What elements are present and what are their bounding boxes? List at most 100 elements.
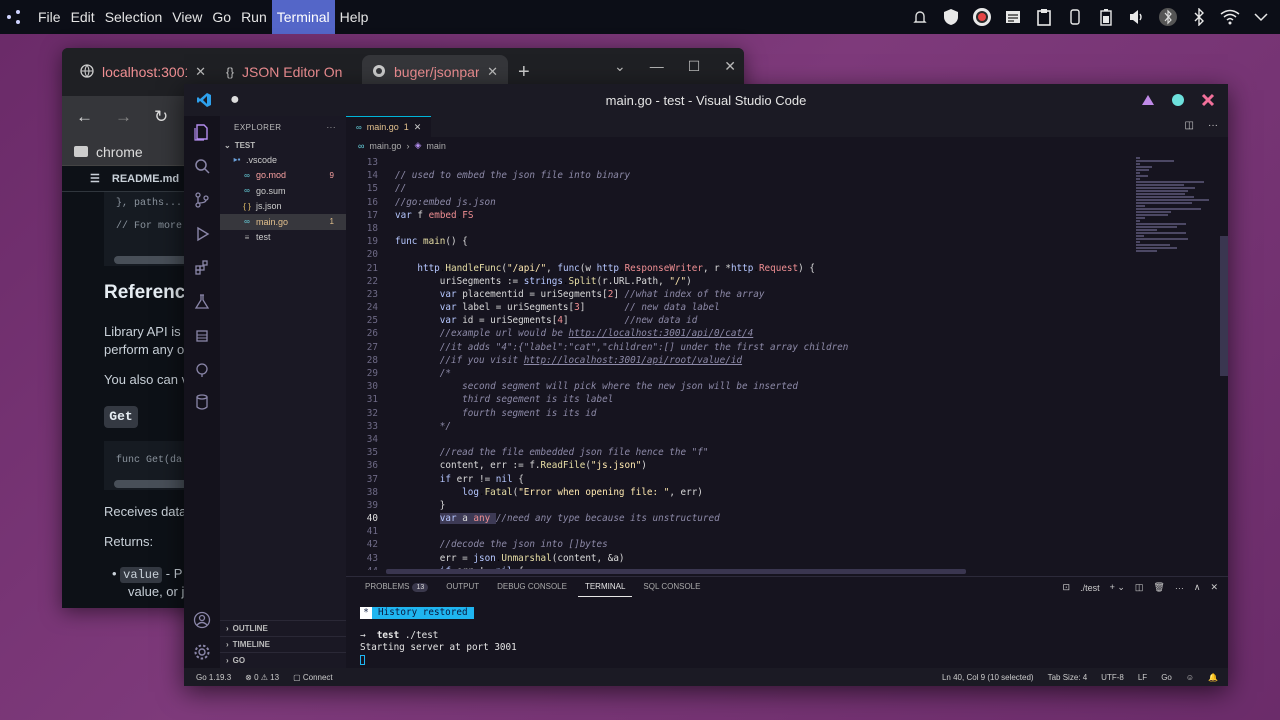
chevron-up-icon[interactable]: ∧: [1194, 582, 1201, 593]
activities-icon[interactable]: [0, 0, 28, 34]
problems-status[interactable]: ⊗ 0 ⚠ 13: [245, 673, 279, 682]
explorer-icon[interactable]: [192, 122, 212, 142]
search-icon[interactable]: [192, 156, 212, 176]
panel-tab-debug-console[interactable]: DEBUG CONSOLE: [490, 577, 574, 597]
panel-tab-output[interactable]: OUTPUT: [439, 577, 486, 597]
testing-flask-icon[interactable]: [192, 292, 212, 312]
alert-icon[interactable]: [909, 6, 931, 28]
tab-size[interactable]: Tab Size: 4: [1048, 673, 1088, 682]
close-icon[interactable]: ✕: [487, 64, 498, 80]
code-line[interactable]: 31 third segement is its label: [346, 393, 1126, 406]
notes-icon[interactable]: [1002, 6, 1024, 28]
code-line[interactable]: 43 err = json.Unmarshal(content, &a): [346, 552, 1126, 565]
code-line[interactable]: 17 var f embed.FS: [346, 209, 1126, 222]
terminal[interactable]: * History restored → test ./test Starting…: [360, 607, 517, 667]
file-item[interactable]: ∞ go.mod 9: [220, 168, 346, 184]
code-line[interactable]: 34: [346, 433, 1126, 446]
encoding[interactable]: UTF-8: [1101, 673, 1124, 682]
language-mode[interactable]: Go: [1161, 673, 1172, 682]
more-actions-icon[interactable]: ···: [327, 123, 337, 132]
close-icon[interactable]: [1200, 92, 1216, 108]
code-line[interactable]: 18: [346, 222, 1126, 235]
code-line[interactable]: 27 //it adds "4":{"label":"cat","childre…: [346, 341, 1126, 354]
code-line[interactable]: 38 log.Fatal("Error when opening file: "…: [346, 486, 1126, 499]
menu-file[interactable]: File: [33, 0, 66, 34]
extensions-icon[interactable]: [192, 258, 212, 278]
menu-terminal[interactable]: Terminal: [271, 0, 335, 34]
list-icon[interactable]: ☰: [90, 172, 100, 185]
more-actions-icon[interactable]: ···: [1208, 120, 1218, 131]
reload-icon[interactable]: ↻: [154, 107, 168, 127]
battery-icon[interactable]: [1095, 6, 1117, 28]
code-line[interactable]: 42 //decode the json into []bytes: [346, 538, 1126, 551]
code-line[interactable]: 41: [346, 525, 1126, 538]
go-section[interactable]: › GO: [220, 652, 346, 667]
source-control-icon[interactable]: [192, 190, 212, 210]
split-editor-icon[interactable]: ◫: [1185, 120, 1194, 131]
editor-scrollbar[interactable]: [1220, 236, 1228, 376]
connect-status[interactable]: ▢ Connect: [293, 673, 333, 682]
close-icon[interactable]: ✕: [195, 64, 206, 80]
code-line[interactable]: 13: [346, 156, 1126, 169]
go-version[interactable]: Go 1.19.3: [196, 673, 231, 682]
clipboard-icon[interactable]: [1033, 6, 1055, 28]
breadcrumb-file[interactable]: main.go: [369, 141, 401, 151]
tab-main-go[interactable]: ∞ main.go 1 ✕: [346, 116, 432, 137]
obs-icon[interactable]: [971, 6, 993, 28]
file-item[interactable]: ▸▪ .vscode: [220, 152, 346, 168]
editor-horizontal-scrollbar[interactable]: [386, 569, 966, 574]
trash-icon[interactable]: 🗑: [1153, 582, 1164, 593]
code-line[interactable]: 30 second segment will pick where the ne…: [346, 380, 1126, 393]
breadcrumb-symbol[interactable]: main: [426, 141, 446, 151]
back-icon[interactable]: ←: [76, 107, 93, 127]
file-item[interactable]: ≡ test: [220, 230, 346, 246]
bookmark-chrome[interactable]: chrome: [96, 144, 143, 160]
code-line[interactable]: 39 }: [346, 499, 1126, 512]
account-icon[interactable]: [192, 610, 212, 630]
new-tab-button[interactable]: +: [518, 61, 530, 84]
remote-explorer-icon[interactable]: [192, 360, 212, 380]
menu-run[interactable]: Run: [236, 0, 272, 34]
code-line[interactable]: 22 uriSegments := strings.Split(r.URL.Pa…: [346, 275, 1126, 288]
code-line[interactable]: 23 var placementid = uriSegments[2] //wh…: [346, 288, 1126, 301]
bluetooth-alt-icon[interactable]: [1188, 6, 1210, 28]
close-icon[interactable]: ✕: [724, 58, 736, 75]
code-line[interactable]: 32 fourth segment is its id: [346, 407, 1126, 420]
code-line[interactable]: 40 var a any //need any type because its…: [346, 512, 1126, 525]
menu-go[interactable]: Go: [207, 0, 236, 34]
code-line[interactable]: 29 /*: [346, 367, 1126, 380]
forward-icon[interactable]: →: [115, 107, 132, 127]
volume-icon[interactable]: [1126, 6, 1148, 28]
bell-icon[interactable]: 🔔: [1208, 673, 1218, 682]
wifi-icon[interactable]: [1219, 6, 1241, 28]
split-terminal-icon[interactable]: ◫: [1135, 582, 1144, 593]
sql-database-icon[interactable]: [192, 392, 212, 412]
code-line[interactable]: 20: [346, 248, 1126, 261]
maximize-icon[interactable]: [1170, 92, 1186, 108]
panel-tab-terminal[interactable]: TERMINAL: [577, 577, 633, 597]
settings-gear-icon[interactable]: [192, 642, 212, 662]
code-line[interactable]: 26 //example url would be http://localho…: [346, 327, 1126, 340]
new-terminal-icon[interactable]: + ⌄: [1110, 582, 1125, 593]
chevron-down-icon[interactable]: [1250, 6, 1272, 28]
device-icon[interactable]: [1064, 6, 1086, 28]
outline-section[interactable]: › OUTLINE: [220, 620, 346, 635]
code-line[interactable]: 14 // used to embed the json file into bi…: [346, 169, 1126, 182]
cursor-position[interactable]: Ln 40, Col 9 (10 selected): [942, 673, 1034, 682]
code-line[interactable]: 35 //read the file embedded json file he…: [346, 446, 1126, 459]
code-line[interactable]: 33 */: [346, 420, 1126, 433]
code-line[interactable]: 19 func main() {: [346, 235, 1126, 248]
file-item[interactable]: ∞ main.go 1: [220, 214, 346, 230]
code-line[interactable]: 24 var label = uriSegments[3] // new dat…: [346, 301, 1126, 314]
minimap[interactable]: [1136, 156, 1218, 276]
code-line[interactable]: 28 //if you visit http://localhost:3001/…: [346, 354, 1126, 367]
minimize-icon[interactable]: —: [650, 58, 664, 75]
eol[interactable]: LF: [1138, 673, 1147, 682]
file-item[interactable]: { } js.json: [220, 199, 346, 215]
close-icon[interactable]: ✕: [1210, 582, 1218, 593]
menu-view[interactable]: View: [167, 0, 207, 34]
menu-edit[interactable]: Edit: [66, 0, 100, 34]
code-line[interactable]: 36 content, err := f.ReadFile("js.json"): [346, 459, 1126, 472]
menu-help[interactable]: Help: [335, 0, 374, 34]
minimize-icon[interactable]: [1140, 92, 1156, 108]
